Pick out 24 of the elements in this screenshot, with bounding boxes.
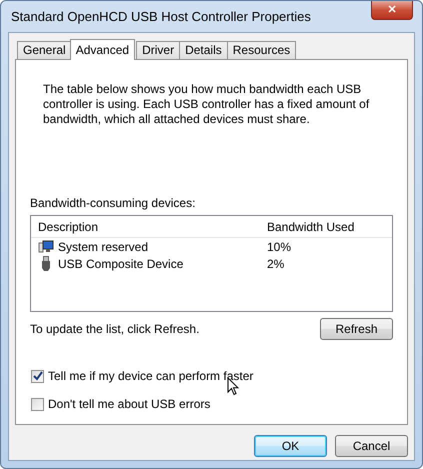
tab[interactable]: Details xyxy=(179,41,228,59)
dialog-button[interactable]: Cancel xyxy=(335,435,408,457)
device-name: USB Composite Device xyxy=(58,256,184,272)
monitor-icon xyxy=(38,240,54,254)
refresh-hint: To update the list, click Refresh. xyxy=(30,321,200,338)
bandwidth-value: 2% xyxy=(267,256,284,270)
checkbox[interactable] xyxy=(31,370,44,382)
tab[interactable]: General xyxy=(17,41,72,59)
checkbox-label[interactable]: Tell me if my device can perform faster xyxy=(48,367,254,385)
bandwidth-value: 10% xyxy=(267,240,292,254)
refresh-button[interactable]: Refresh xyxy=(320,318,393,340)
dialog-button[interactable]: OK xyxy=(254,435,327,457)
window-title: Standard OpenHCD USB Host Controller Properties xyxy=(11,8,311,26)
checkbox-label[interactable]: Don't tell me about USB errors xyxy=(48,395,210,413)
tab[interactable]: Advanced xyxy=(70,39,136,60)
tab[interactable]: Driver xyxy=(136,41,180,59)
column-header[interactable]: Bandwidth Used xyxy=(267,220,354,234)
close-button[interactable]: ✕ xyxy=(371,1,413,20)
devices-label: Bandwidth-consuming devices: xyxy=(30,196,196,210)
checkbox[interactable] xyxy=(31,398,44,410)
description-text: The table below shows you how much bandwidth each USB controller is using. Each USB controller has a fixed amount of bandwidth, which all attached devices must share. xyxy=(43,82,370,127)
tab[interactable]: Resources xyxy=(226,41,296,59)
column-header[interactable]: Description xyxy=(38,218,98,236)
device-name: System reserved xyxy=(58,238,148,256)
